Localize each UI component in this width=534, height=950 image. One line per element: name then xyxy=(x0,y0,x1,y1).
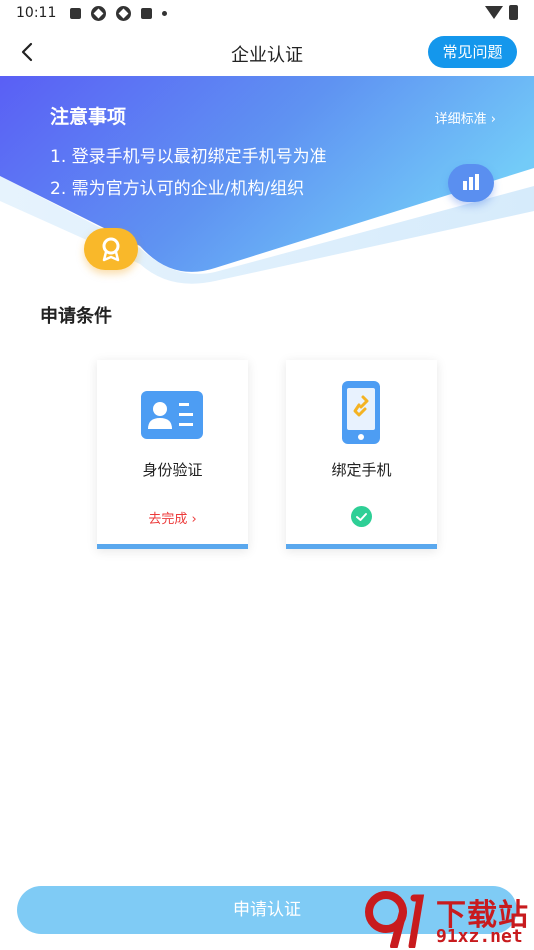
notice-line-1: 1. 登录手机号以最初绑定手机号为准 xyxy=(50,147,327,167)
wifi-icon xyxy=(485,6,503,19)
status-bar: 10:11 xyxy=(0,0,534,28)
faq-button[interactable]: 常见问题 xyxy=(428,36,517,68)
notification-square-icon xyxy=(70,8,81,19)
notification-app-icon xyxy=(116,6,131,21)
detailed-standards-link[interactable]: 详细标准 › xyxy=(435,108,496,127)
notification-app-icon xyxy=(91,6,106,21)
identity-verification-card[interactable]: 身份验证 去完成 › xyxy=(97,360,248,549)
notification-icons xyxy=(70,6,167,21)
card-accent-bar xyxy=(97,544,248,549)
check-icon xyxy=(351,506,372,527)
card-accent-bar xyxy=(286,544,437,549)
more-notifications-dot-icon xyxy=(162,11,167,16)
watermark-url: 91xz.net xyxy=(436,926,523,947)
award-badge-icon xyxy=(84,228,138,270)
conditions-title: 申请条件 xyxy=(40,306,112,327)
watermark-logo-icon xyxy=(365,891,425,948)
notice-line-2: 2. 需为官方认可的企业/机构/组织 xyxy=(50,179,305,199)
bind-phone-card[interactable]: 绑定手机 xyxy=(286,360,437,549)
navigation-bar: 企业认证 常见问题 xyxy=(0,28,534,76)
site-watermark: 下载站 91xz.net xyxy=(364,888,534,950)
battery-icon xyxy=(509,5,518,20)
system-icons xyxy=(485,5,518,20)
card-label: 绑定手机 xyxy=(331,461,392,479)
notification-square-icon xyxy=(141,8,152,19)
card-label: 身份验证 xyxy=(142,461,203,479)
bar-chart-icon xyxy=(448,164,494,202)
status-time: 10:11 xyxy=(16,5,57,21)
notice-title: 注意事项 xyxy=(50,106,127,128)
phone-link-icon xyxy=(342,381,380,444)
go-complete-link[interactable]: 去完成 › xyxy=(97,508,248,527)
notice-banner: 注意事项 详细标准 › 1. 登录手机号以最初绑定手机号为准 2. 需为官方认可… xyxy=(0,76,534,286)
id-card-icon xyxy=(141,391,203,439)
